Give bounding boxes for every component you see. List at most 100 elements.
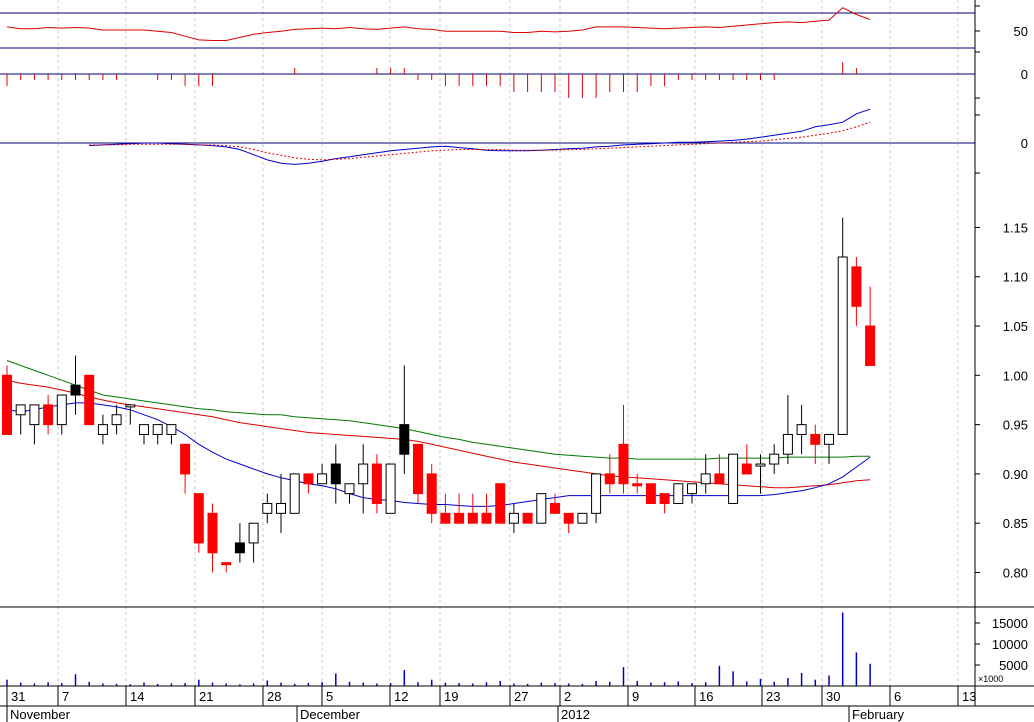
candle-body	[193, 493, 204, 544]
candle-body	[755, 463, 766, 467]
candle-body	[604, 473, 615, 485]
candle-body	[454, 512, 465, 524]
candle-body	[399, 424, 410, 455]
month-label: February	[852, 707, 905, 722]
candle-body	[550, 502, 560, 514]
candle-body	[2, 374, 12, 435]
candle-body	[536, 493, 547, 524]
price-tick-label: 1.15	[1003, 220, 1028, 235]
price-tick-label: 1.00	[1003, 368, 1028, 383]
candle-body	[618, 443, 629, 485]
day-label: 9	[632, 689, 639, 704]
candle-body	[714, 473, 725, 485]
day-label: 27	[514, 689, 528, 704]
candle-body	[632, 483, 643, 487]
candle-body	[426, 473, 437, 514]
candle-body	[769, 453, 780, 465]
candle-body	[221, 562, 232, 566]
day-label: 12	[394, 689, 408, 704]
candle-body	[824, 433, 834, 445]
candle-body	[111, 414, 122, 426]
candle-body	[741, 463, 752, 475]
candle-body	[56, 394, 67, 426]
day-label: 14	[130, 689, 144, 704]
candle-body	[317, 473, 328, 485]
chart-background	[0, 0, 1034, 722]
candle-body	[413, 443, 423, 495]
day-label: 23	[766, 689, 780, 704]
day-label: 16	[699, 689, 713, 704]
day-label: 13	[962, 689, 976, 704]
candle-body	[728, 453, 739, 504]
candle-body	[495, 483, 506, 524]
rsi-tick-label: 50	[1014, 24, 1028, 39]
candle-body	[673, 483, 684, 504]
price-tick-label: 0.95	[1003, 418, 1028, 433]
day-label: 5	[326, 689, 333, 704]
candle-body	[440, 512, 451, 524]
day-label: 6	[894, 689, 901, 704]
candle-body	[522, 512, 533, 524]
stock-chart: 0.800.850.900.951.001.051.101.1550001000…	[0, 0, 1034, 722]
momentum-tick-label: 0	[1021, 67, 1028, 82]
candle-body	[262, 502, 273, 514]
candle-body	[687, 483, 697, 495]
candle-body	[810, 433, 821, 445]
candle-body	[303, 473, 314, 485]
volume-tick-label: 15000	[992, 616, 1028, 631]
candle-body	[207, 512, 218, 554]
candle-body	[358, 463, 369, 485]
candle-body	[84, 374, 95, 426]
candle-body	[645, 483, 656, 504]
candle-body	[330, 463, 341, 485]
price-tick-label: 0.80	[1003, 565, 1028, 580]
day-label: 2	[564, 689, 571, 704]
day-label: 21	[199, 689, 213, 704]
candle-body	[139, 424, 149, 435]
candle-body	[796, 424, 807, 435]
candle-body	[467, 512, 478, 524]
candle-body	[166, 424, 177, 435]
day-label: 31	[11, 689, 25, 704]
day-label: 7	[62, 689, 69, 704]
candle-body	[180, 443, 191, 475]
candle-body	[29, 404, 40, 426]
candle-body	[125, 404, 136, 408]
month-label: December	[300, 707, 361, 722]
candle-body	[481, 512, 492, 524]
day-label: 28	[267, 689, 281, 704]
candle-body	[865, 325, 876, 366]
price-tick-label: 1.10	[1003, 270, 1028, 285]
candle-body	[276, 502, 286, 514]
day-label: 19	[444, 689, 458, 704]
volume-tick-label: 10000	[992, 637, 1028, 652]
candle-body	[591, 473, 602, 514]
candle-body	[659, 493, 670, 504]
candle-body	[385, 463, 396, 514]
candle-body	[70, 384, 81, 396]
candle-body	[563, 512, 574, 524]
candle-body	[371, 463, 382, 504]
candle-body	[152, 424, 163, 435]
candle-body	[344, 483, 355, 495]
month-label: November	[10, 707, 71, 722]
candle-body	[577, 512, 588, 524]
candle-body	[248, 522, 259, 544]
volume-tick-label: 5000	[999, 658, 1028, 673]
day-label: 30	[826, 689, 840, 704]
candle-body	[234, 542, 245, 554]
volume-scale-label: ×1000	[978, 674, 1003, 684]
candle-body	[289, 473, 300, 514]
month-label: 2012	[561, 707, 590, 722]
candle-body	[508, 512, 519, 524]
candle-body	[700, 473, 711, 485]
candle-body	[782, 433, 793, 455]
candle-body	[851, 266, 862, 307]
macd-tick-label: 0	[1021, 136, 1028, 151]
price-tick-label: 0.90	[1003, 467, 1028, 482]
candle-body	[15, 404, 26, 416]
price-tick-label: 0.85	[1003, 516, 1028, 531]
price-tick-label: 1.05	[1003, 319, 1028, 334]
candle-body	[97, 424, 108, 435]
candle-body	[837, 256, 848, 435]
